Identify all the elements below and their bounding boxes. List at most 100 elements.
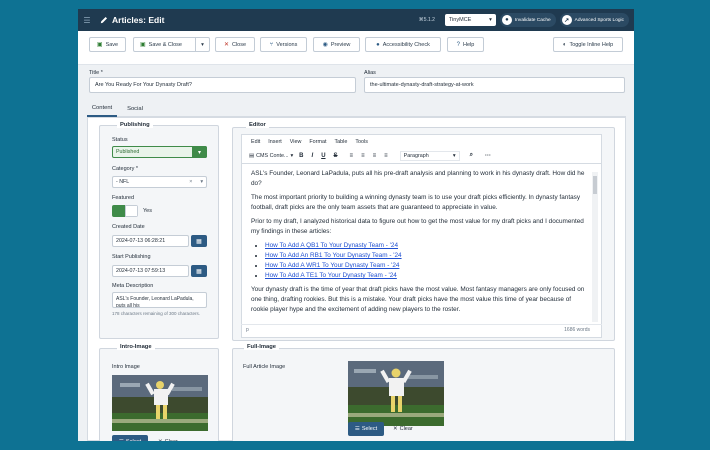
- select-label: Select: [361, 426, 378, 432]
- save-icon: ▣: [140, 42, 146, 48]
- full-select-button[interactable]: ☰ Select: [348, 422, 384, 436]
- align-right-icon[interactable]: ≡: [373, 153, 377, 159]
- full-clear-button[interactable]: ✕ Clear: [393, 422, 413, 436]
- action-toolbar: ▣ Save ▣ Save & Close ▾ ✕ Close ⑂ Versio…: [78, 31, 634, 65]
- editor-toolbar: ▤ CMS Conte... ▾ B I U S ≡ ≡ ≡ ≡ Paragra…: [241, 148, 602, 164]
- title-label: Title *: [89, 70, 103, 76]
- paragraph: The most important priority to building …: [251, 194, 581, 211]
- editor-content[interactable]: ASL's Founder, Leonard LaPadula, puts al…: [243, 166, 594, 324]
- eye-icon: ◉: [322, 42, 328, 48]
- versions-label: Versions: [276, 41, 298, 48]
- help-label: Help: [463, 41, 475, 48]
- paragraph-select[interactable]: Paragraph ▾: [399, 150, 460, 161]
- align-justify-icon[interactable]: ≡: [384, 153, 388, 159]
- paragraph-select-value: Paragraph: [403, 152, 429, 159]
- scrollbar-thumb[interactable]: [593, 176, 597, 194]
- site-link-label: Advanced Sports Logic: [574, 17, 624, 23]
- paragraph: Prior to my draft, I analyzed historical…: [251, 218, 584, 235]
- search-icon[interactable]: ⌕: [470, 152, 473, 159]
- list-item: How To Add An RB1 To Your Dynasty Team -…: [265, 251, 586, 261]
- close-label: Close: [231, 41, 247, 48]
- meta-description-hint: 178 characters remaining of 300 characte…: [112, 311, 201, 316]
- save-button[interactable]: ▣ Save: [89, 37, 126, 52]
- intro-select-button[interactable]: ☰ Select: [112, 435, 148, 441]
- chevron-down-icon: ▾: [290, 152, 294, 159]
- menu-toggle-icon[interactable]: ☰: [78, 9, 96, 31]
- menu-insert[interactable]: Insert: [268, 139, 281, 145]
- calendar-icon[interactable]: ▦: [191, 265, 207, 277]
- help-button[interactable]: ? Help: [447, 37, 484, 52]
- article-link[interactable]: How To Add An RB1 To Your Dynasty Team -…: [265, 252, 402, 259]
- underline-icon[interactable]: U: [321, 153, 325, 159]
- category-value: - NFL: [116, 179, 130, 185]
- site-link-button[interactable]: ↗ Advanced Sports Logic: [559, 13, 629, 27]
- chevron-down-icon: ▾: [452, 152, 456, 159]
- featured-toggle[interactable]: [112, 205, 138, 217]
- featured-label: Featured: [112, 195, 135, 201]
- editor-select-value: TinyMCE: [448, 17, 472, 23]
- close-icon: ✕: [158, 439, 163, 441]
- chevron-down-icon: ▾: [489, 17, 492, 23]
- menu-edit[interactable]: Edit: [251, 139, 260, 145]
- save-close-button[interactable]: ▣ Save & Close ▾: [133, 37, 210, 52]
- status-select[interactable]: Published ▾: [112, 146, 207, 158]
- cache-icon: ●: [501, 15, 512, 25]
- meta-description-textarea[interactable]: ASL's Founder, Leonard LaPadula, puts al…: [112, 292, 207, 308]
- menu-view[interactable]: View: [290, 139, 302, 145]
- help-icon: ?: [456, 41, 461, 48]
- invalidate-cache-button[interactable]: ● Invalidate Cache: [499, 13, 556, 27]
- start-publishing-label: Start Publishing: [112, 254, 151, 260]
- full-image-preview: [348, 361, 444, 426]
- preview-button[interactable]: ◉ Preview: [313, 37, 360, 52]
- toggle-inline-help-button[interactable]: ◐ Toggle Inline Help: [553, 37, 623, 52]
- close-button[interactable]: ✕ Close: [215, 37, 255, 52]
- tab-social[interactable]: Social: [119, 101, 151, 117]
- editor-scrollbar[interactable]: [592, 172, 598, 322]
- paragraph: ASL's Founder, Leonard LaPadula, puts al…: [251, 170, 585, 187]
- paragraph: Your dynasty draft is the time of year t…: [251, 286, 585, 313]
- element-path: p: [246, 327, 249, 333]
- created-date-input[interactable]: 2024-07-13 06:28:21: [112, 235, 189, 247]
- article-link[interactable]: How To Add A TE1 To Your Dynasty Team - …: [265, 272, 397, 279]
- word-count: 1686 words: [564, 327, 590, 333]
- menu-tools[interactable]: Tools: [355, 139, 368, 145]
- tab-content[interactable]: Content: [87, 101, 117, 117]
- cms-icon: ▤: [249, 152, 255, 159]
- page-title-text: Articles: Edit: [112, 15, 165, 25]
- italic-icon[interactable]: I: [312, 153, 314, 159]
- alias-input[interactable]: the-ultimate-dynasty-draft-strategy-at-w…: [364, 77, 625, 93]
- accessibility-icon: ●: [376, 41, 380, 48]
- cms-content-button[interactable]: ▤ CMS Conte... ▾: [249, 153, 293, 159]
- article-links-list: How To Add A QB1 To Your Dynasty Team - …: [265, 241, 586, 281]
- toggle-off: [125, 205, 138, 217]
- bold-icon[interactable]: B: [299, 153, 303, 159]
- menu-table[interactable]: Table: [334, 139, 347, 145]
- align-left-icon[interactable]: ≡: [350, 153, 354, 159]
- full-image-legend: Full-Image: [244, 344, 279, 350]
- clear-icon[interactable]: ×: [189, 179, 192, 185]
- chevron-down-icon[interactable]: ▾: [195, 38, 209, 51]
- editor-menubar: Edit Insert View Format Table Tools: [241, 136, 601, 147]
- save-label: Save: [105, 41, 119, 48]
- title-input[interactable]: Are You Ready For Your Dynasty Draft?: [89, 77, 356, 93]
- menu-format[interactable]: Format: [309, 139, 326, 145]
- category-label: Category *: [112, 166, 138, 172]
- strikethrough-icon[interactable]: S: [334, 153, 338, 159]
- featured-value: Yes: [143, 208, 152, 214]
- versions-button[interactable]: ⑂ Versions: [260, 37, 307, 52]
- created-date-label: Created Date: [112, 224, 145, 230]
- article-link[interactable]: How To Add A QB1 To Your Dynasty Team - …: [265, 242, 398, 249]
- article-link[interactable]: How To Add A WR1 To Your Dynasty Team - …: [265, 262, 399, 269]
- save-close-label: Save & Close: [148, 41, 182, 48]
- category-select[interactable]: - NFL × ▾: [112, 176, 207, 188]
- accessibility-check-button[interactable]: ● Accessibility Check: [365, 37, 441, 52]
- calendar-icon[interactable]: ▦: [191, 235, 207, 247]
- alias-label: Alias: [364, 70, 376, 76]
- intro-clear-button[interactable]: ✕ Clear: [158, 435, 178, 441]
- align-center-icon[interactable]: ≡: [361, 153, 365, 159]
- start-publishing-input[interactable]: 2024-07-13 07:59:13: [112, 265, 189, 277]
- list-item: How To Add A QB1 To Your Dynasty Team - …: [265, 241, 586, 251]
- editor-select[interactable]: TinyMCE ▾: [444, 14, 496, 26]
- more-icon[interactable]: ···: [485, 153, 491, 159]
- preview-label: Preview: [330, 41, 351, 48]
